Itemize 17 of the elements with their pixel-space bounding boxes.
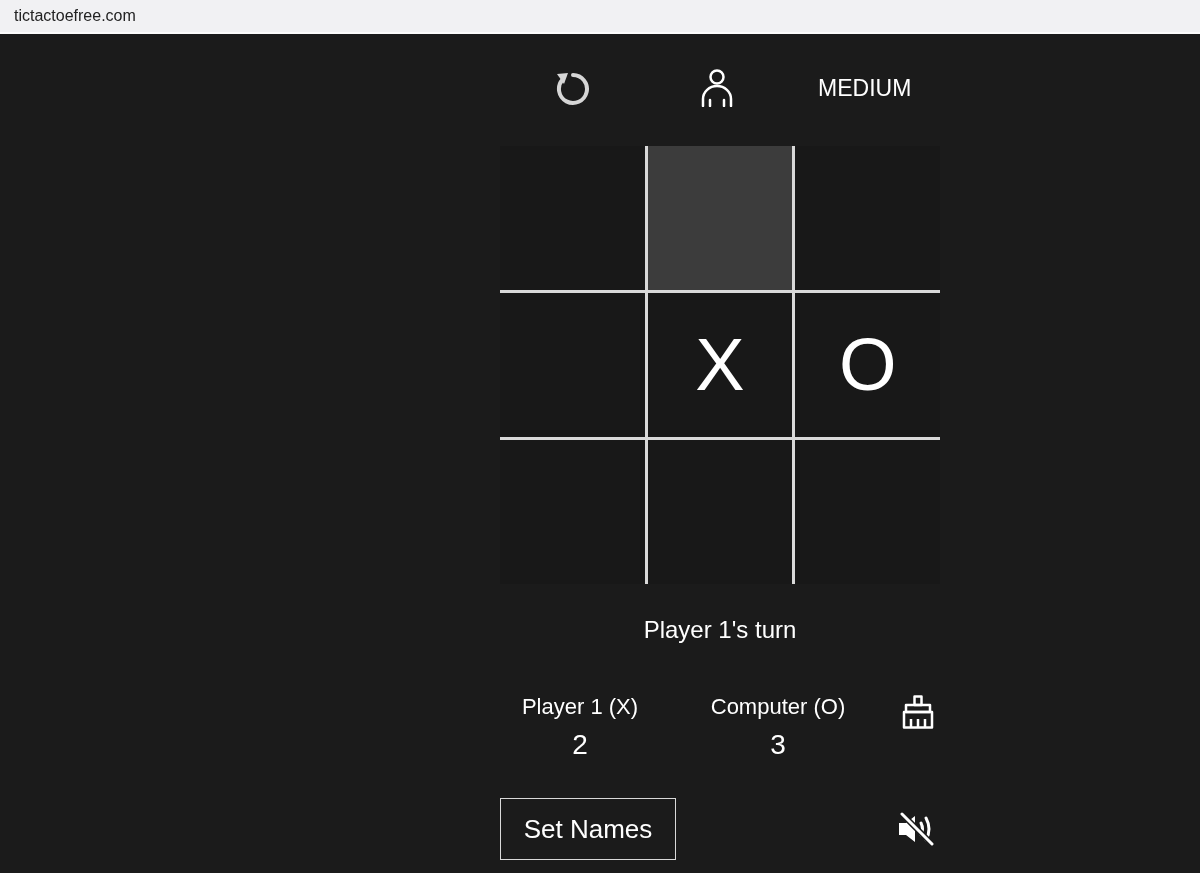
score-value: 3 — [770, 728, 786, 762]
url-text[interactable]: tictactoefree.com — [14, 7, 136, 25]
speaker-muted-icon[interactable] — [897, 812, 935, 846]
set-names-button[interactable]: Set Names — [500, 798, 676, 860]
broom-icon[interactable] — [902, 695, 934, 729]
difficulty-button[interactable]: MEDIUM — [818, 74, 912, 102]
score-value: 2 — [572, 728, 588, 762]
restart-icon[interactable] — [555, 70, 592, 106]
player-name: Player 1 (X) — [521, 693, 639, 721]
board-cell[interactable] — [647, 146, 793, 290]
board-cell[interactable]: O — [795, 293, 940, 437]
board-cell[interactable] — [647, 440, 793, 584]
board-cell[interactable]: X — [647, 293, 793, 437]
player-name: Computer (O) — [710, 693, 846, 721]
person-icon[interactable] — [701, 69, 733, 107]
board-cell[interactable] — [500, 293, 645, 437]
status-text: Player 1's turn — [643, 615, 797, 645]
